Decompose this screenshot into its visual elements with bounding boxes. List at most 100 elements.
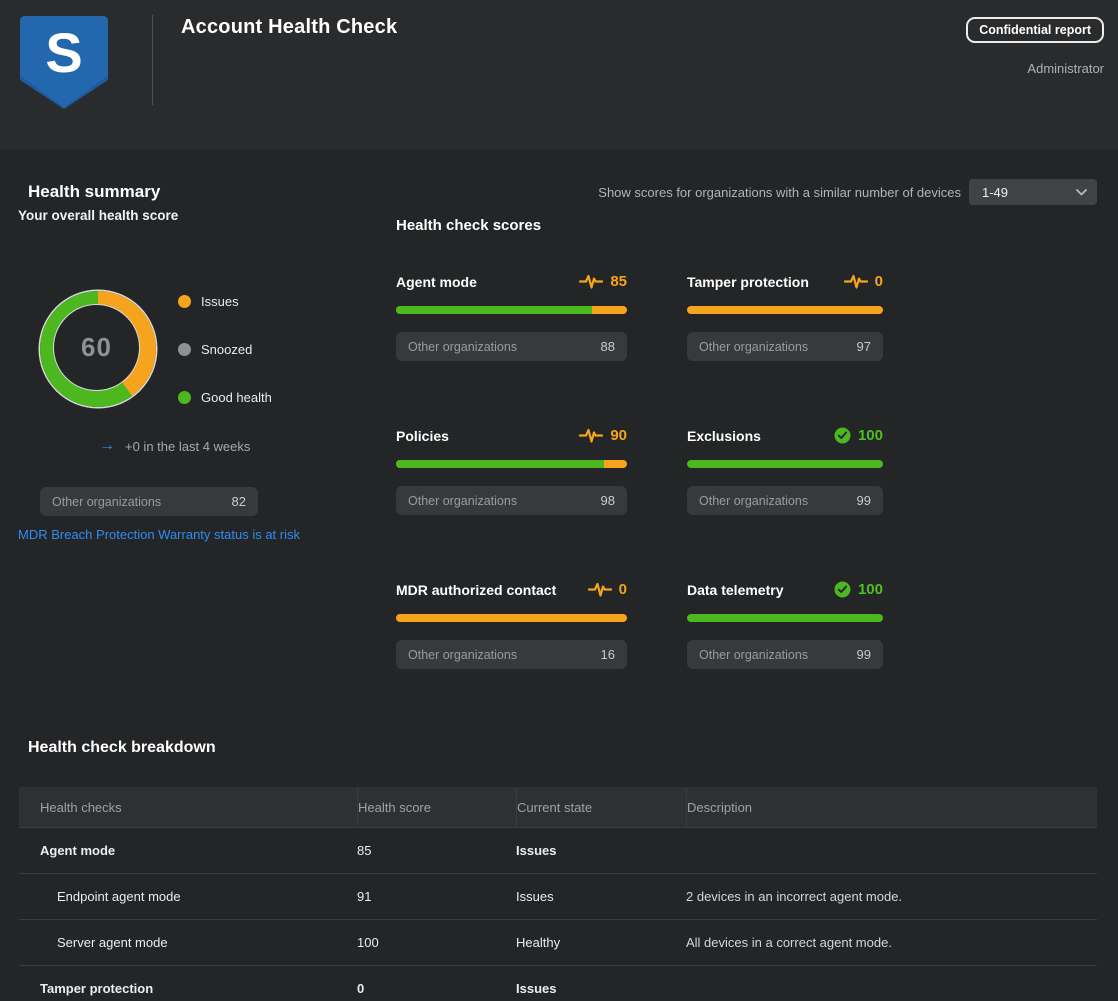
- legend-item-snoozed: Snoozed: [178, 342, 272, 356]
- filter-label: Show scores for organizations with a sim…: [598, 185, 961, 200]
- chevron-down-icon: [1076, 189, 1087, 196]
- table-header-row: Health checks Health score Current state…: [19, 787, 1097, 828]
- score-bar: [687, 460, 883, 468]
- pulse-icon: [579, 427, 603, 444]
- benchmark-value: 88: [601, 339, 615, 354]
- mdr-warranty-warning-link[interactable]: MDR Breach Protection Warranty status is…: [18, 527, 300, 542]
- column-header-health-checks: Health checks: [40, 787, 357, 827]
- legend-label: Snoozed: [201, 342, 252, 357]
- row-description: All devices in a correct agent mode.: [686, 935, 1097, 950]
- snoozed-dot-icon: [178, 343, 191, 356]
- health-check-scores-heading: Health check scores: [396, 217, 541, 234]
- card-score: 0: [875, 273, 883, 290]
- check-circle-icon: [834, 427, 851, 444]
- legend-label: Issues: [201, 294, 239, 309]
- table-row: Tamper protection 0 Issues: [19, 966, 1097, 1001]
- score-bar: [396, 614, 627, 622]
- benchmark-label: Other organizations: [699, 648, 808, 662]
- benchmark-label: Other organizations: [52, 495, 161, 509]
- card-score: 90: [610, 427, 627, 444]
- card-score: 85: [610, 273, 627, 290]
- table-row: Agent mode 85 Issues: [19, 828, 1097, 874]
- legend-label: Good health: [201, 390, 272, 405]
- legend-item-good-health: Good health: [178, 390, 272, 404]
- donut-legend: Issues Snoozed Good health: [178, 294, 272, 438]
- benchmark-value: 16: [601, 647, 615, 662]
- pulse-icon: [844, 273, 868, 290]
- score-card-policies: Policies 90 Other organizations 98: [396, 426, 627, 515]
- card-title: Agent mode: [396, 274, 477, 290]
- benchmark-value: 82: [232, 494, 246, 509]
- card-benchmark: Other organizations 99: [687, 640, 883, 669]
- pulse-icon: [588, 581, 612, 598]
- logo-letter: S: [18, 14, 110, 109]
- trend-text: +0 in the last 4 weeks: [125, 439, 250, 454]
- confidential-report-badge: Confidential report: [966, 17, 1104, 43]
- row-name: Endpoint agent mode: [40, 889, 357, 904]
- card-title: MDR authorized contact: [396, 582, 556, 598]
- row-name: Server agent mode: [40, 935, 357, 950]
- pulse-icon: [579, 273, 603, 290]
- benchmark-value: 97: [857, 339, 871, 354]
- score-card-data-telemetry: Data telemetry 100 Other organizations 9…: [687, 580, 883, 669]
- benchmark-label: Other organizations: [699, 340, 808, 354]
- trend-arrow-icon: →: [99, 438, 115, 454]
- card-title: Exclusions: [687, 428, 761, 444]
- header: [0, 0, 1118, 150]
- user-role-label: Administrator: [1027, 61, 1104, 76]
- benchmark-value: 99: [857, 647, 871, 662]
- row-score: 100: [357, 935, 516, 950]
- column-header-health-score: Health score: [357, 787, 516, 827]
- row-score: 0: [357, 981, 516, 996]
- card-score: 0: [619, 581, 627, 598]
- table-row: Server agent mode 100 Healthy All device…: [19, 920, 1097, 966]
- row-name: Tamper protection: [40, 981, 357, 996]
- donut-center: 60: [53, 304, 140, 391]
- account-health-check-page: S Account Health Check Confidential repo…: [0, 0, 1118, 1001]
- score-card-agent-mode: Agent mode 85 Other organizations 88: [396, 272, 627, 361]
- check-circle-icon: [834, 581, 851, 598]
- column-header-current-state: Current state: [516, 787, 686, 827]
- good-health-dot-icon: [178, 391, 191, 404]
- page-title: Account Health Check: [181, 16, 397, 39]
- score-card-mdr-authorized-contact: MDR authorized contact 0 Other organizat…: [396, 580, 627, 669]
- card-title: Policies: [396, 428, 449, 444]
- score-bar: [687, 306, 883, 314]
- card-title: Data telemetry: [687, 582, 784, 598]
- card-benchmark: Other organizations 99: [687, 486, 883, 515]
- benchmark-value: 98: [601, 493, 615, 508]
- score-bar: [396, 306, 627, 314]
- row-description: 2 devices in an incorrect agent mode.: [686, 889, 1097, 904]
- row-state: Issues: [516, 843, 686, 858]
- dropdown-value: 1-49: [982, 185, 1008, 200]
- health-summary-heading: Health summary: [28, 182, 160, 202]
- card-score: 100: [858, 427, 883, 444]
- benchmark-label: Other organizations: [408, 494, 517, 508]
- card-title: Tamper protection: [687, 274, 809, 290]
- score-trend: → +0 in the last 4 weeks: [99, 438, 250, 454]
- legend-item-issues: Issues: [178, 294, 272, 308]
- score-card-tamper-protection: Tamper protection 0 Other organizations …: [687, 272, 883, 361]
- row-name: Agent mode: [40, 843, 357, 858]
- column-header-description: Description: [686, 787, 1097, 827]
- device-range-dropdown[interactable]: 1-49: [969, 179, 1097, 205]
- score-bar: [687, 614, 883, 622]
- row-state: Issues: [516, 981, 686, 996]
- row-score: 91: [357, 889, 516, 904]
- card-benchmark: Other organizations 97: [687, 332, 883, 361]
- row-score: 85: [357, 843, 516, 858]
- overall-score-subheading: Your overall health score: [18, 208, 178, 223]
- table-row: Endpoint agent mode 91 Issues 2 devices …: [19, 874, 1097, 920]
- benchmark-label: Other organizations: [408, 340, 517, 354]
- overall-health-score: 60: [81, 332, 112, 363]
- health-check-breakdown-heading: Health check breakdown: [28, 739, 216, 757]
- row-state: Issues: [516, 889, 686, 904]
- score-bar: [396, 460, 627, 468]
- card-benchmark: Other organizations 16: [396, 640, 627, 669]
- device-range-filter: Show scores for organizations with a sim…: [598, 179, 1097, 205]
- issues-dot-icon: [178, 295, 191, 308]
- benchmark-value: 99: [857, 493, 871, 508]
- score-card-exclusions: Exclusions 100 Other organizations 99: [687, 426, 883, 515]
- header-divider: [152, 15, 153, 105]
- card-score: 100: [858, 581, 883, 598]
